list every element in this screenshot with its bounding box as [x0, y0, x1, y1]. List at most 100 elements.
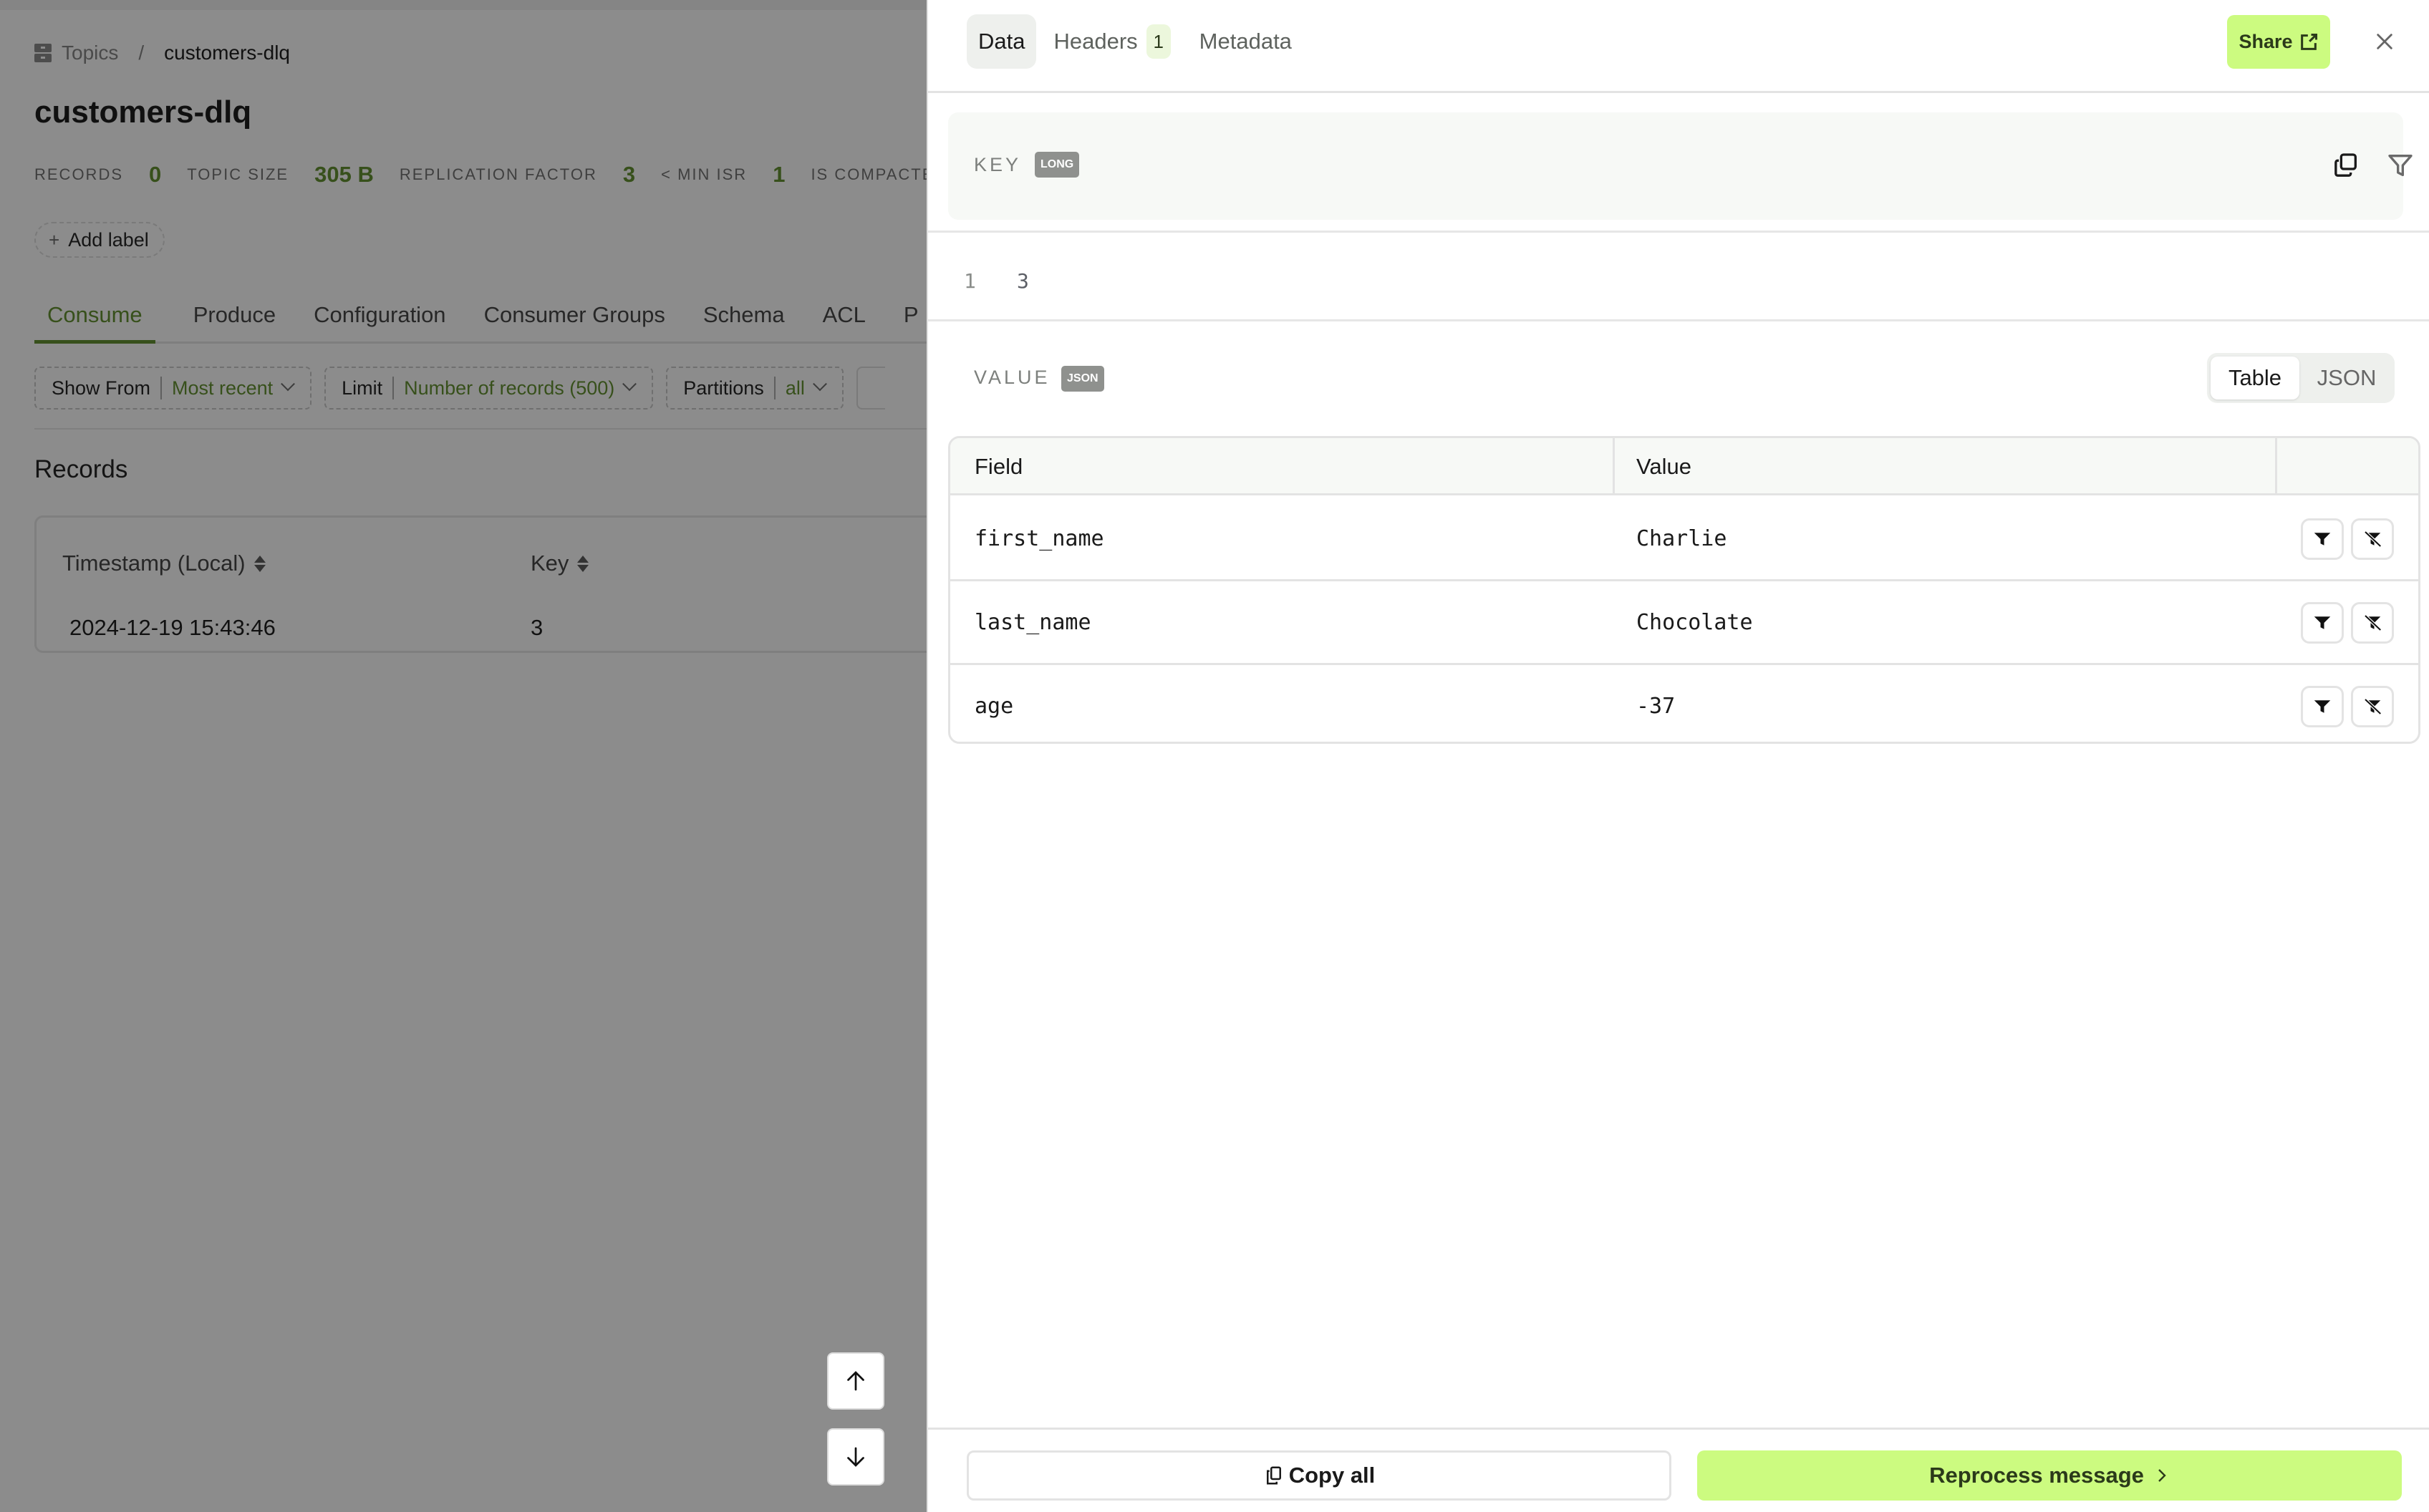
breadcrumb-topics-link[interactable]: Topics: [62, 42, 118, 64]
reprocess-message-button[interactable]: Reprocess message: [1697, 1450, 2402, 1501]
tab-headers[interactable]: Headers 1: [1042, 14, 1182, 69]
table-row: first_name Charlie: [950, 498, 2418, 581]
filter-limit[interactable]: Limit Number of records (500): [324, 367, 654, 410]
filter-off-icon: [2364, 698, 2382, 715]
reprocess-label: Reprocess message: [1929, 1463, 2144, 1488]
table-row: last_name Chocolate: [950, 581, 2418, 665]
tab-configuration[interactable]: Configuration: [314, 299, 445, 344]
value-label: VALUE: [974, 367, 1051, 388]
tab-consumer-groups[interactable]: Consumer Groups: [484, 299, 665, 344]
view-mode-table[interactable]: Table: [2211, 357, 2299, 399]
filter-include-button[interactable]: [2301, 602, 2344, 644]
share-button[interactable]: Share: [2227, 15, 2330, 69]
column-value: Value: [1636, 454, 1691, 479]
stat-replication-label: REPLICATION FACTOR: [399, 165, 597, 183]
tab-metadata-label: Metadata: [1199, 29, 1292, 54]
filter-exclude-button[interactable]: [2351, 602, 2394, 644]
breadcrumb-separator: /: [138, 42, 145, 64]
add-label-button[interactable]: + Add label: [34, 222, 165, 258]
filter-off-icon: [2364, 530, 2382, 548]
filter-icon: [2388, 155, 2413, 176]
filter-key-button[interactable]: [2383, 148, 2418, 183]
filter-include-button[interactable]: [2301, 518, 2344, 560]
filter-icon: [2314, 700, 2331, 713]
breadcrumb: Topics / customers-dlq: [34, 40, 290, 66]
arrow-down-icon: [847, 1447, 864, 1467]
sort-icon[interactable]: [254, 556, 266, 572]
key-value: 3: [1017, 269, 1029, 293]
topic-tabs: Consume Produce Configuration Consumer G…: [34, 299, 927, 344]
column-key-label: Key: [531, 551, 569, 576]
tab-headers-label: Headers: [1053, 29, 1138, 54]
chevron-down-icon: [281, 377, 296, 392]
stat-topic-size-label: TOPIC SIZE: [187, 165, 289, 183]
copy-all-label: Copy all: [1288, 1463, 1376, 1488]
stat-min-isr-label: < MIN ISR: [661, 165, 748, 183]
filter-partitions[interactable]: Partitions all: [666, 367, 844, 410]
divider: [34, 428, 927, 430]
column-key[interactable]: Key: [531, 551, 589, 576]
stat-compacted-label: IS COMPACTED: [811, 165, 927, 183]
stat-records-label: RECORDS: [34, 165, 124, 183]
filter-show-from[interactable]: Show From Most recent: [34, 367, 312, 410]
filter-exclude-button[interactable]: [2351, 686, 2394, 727]
sort-icon[interactable]: [577, 556, 589, 572]
filter-include-button[interactable]: [2301, 686, 2344, 727]
copy-key-button[interactable]: [2329, 148, 2363, 183]
filter-label: Show From: [52, 377, 163, 399]
divider: [928, 319, 2429, 321]
value-table: Field Value first_name Charlie last_name…: [948, 436, 2420, 744]
tab-truncated[interactable]: P: [904, 299, 919, 344]
external-link-icon: [2300, 33, 2317, 50]
filter-more[interactable]: [856, 367, 885, 410]
copy-all-button[interactable]: Copy all: [967, 1450, 1671, 1501]
share-label: Share: [2239, 31, 2293, 52]
records-title: Records: [34, 455, 128, 483]
previous-record-button[interactable]: [827, 1352, 884, 1410]
filter-off-icon: [2364, 614, 2382, 631]
column-separator: [1613, 438, 1615, 495]
tab-data[interactable]: Data: [967, 14, 1037, 69]
topics-icon: [34, 43, 52, 63]
close-icon: [2377, 34, 2392, 49]
key-section-header: KEY LONG: [948, 112, 2413, 220]
filter-label: Limit: [342, 377, 395, 399]
page-title: customers-dlq: [34, 94, 252, 130]
column-separator: [2275, 438, 2277, 495]
tab-metadata[interactable]: Metadata: [1188, 14, 1303, 69]
filter-value: Number of records (500): [404, 377, 615, 399]
table-row: age -37: [950, 665, 2418, 742]
tab-produce[interactable]: Produce: [193, 299, 276, 344]
field-name: last_name: [975, 609, 1091, 635]
filter-label: Partitions: [683, 377, 776, 399]
chevron-down-icon: [622, 377, 637, 392]
key-label: KEY: [974, 154, 1022, 175]
column-field: Field: [975, 454, 1023, 479]
records-table: Timestamp (Local) Key 2024-12-19 15:43:4…: [34, 515, 927, 653]
divider: [928, 231, 2429, 233]
headers-count-badge: 1: [1146, 24, 1171, 59]
value-type-badge: JSON: [1061, 366, 1104, 392]
drawer-tabs: Data Headers 1 Metadata: [967, 14, 1309, 69]
view-mode-json[interactable]: JSON: [2302, 357, 2392, 399]
tab-acl[interactable]: ACL: [823, 299, 866, 344]
value-table-header: Field Value: [950, 438, 2418, 495]
line-number: 1: [964, 269, 976, 293]
filter-value: Most recent: [172, 377, 274, 399]
next-record-button[interactable]: [827, 1428, 884, 1486]
tab-data-label: Data: [978, 29, 1025, 54]
chevron-down-icon: [812, 377, 827, 392]
message-detail-drawer: Data Headers 1 Metadata Share KEY LONG 1…: [927, 0, 2429, 1512]
filter-exclude-button[interactable]: [2351, 518, 2394, 560]
tab-schema[interactable]: Schema: [703, 299, 785, 344]
stat-min-isr-value: 1: [773, 162, 786, 187]
stat-records-value: 0: [149, 162, 162, 187]
tab-consume[interactable]: Consume: [34, 299, 155, 344]
filter-value: all: [785, 377, 805, 399]
column-timestamp[interactable]: Timestamp (Local): [62, 551, 266, 576]
close-button[interactable]: [2369, 26, 2400, 57]
drawer-footer: Copy all Reprocess message: [928, 1428, 2429, 1512]
field-value: Chocolate: [1636, 609, 1753, 635]
top-strip: [0, 0, 927, 10]
drawer-header: Data Headers 1 Metadata Share: [928, 0, 2429, 93]
